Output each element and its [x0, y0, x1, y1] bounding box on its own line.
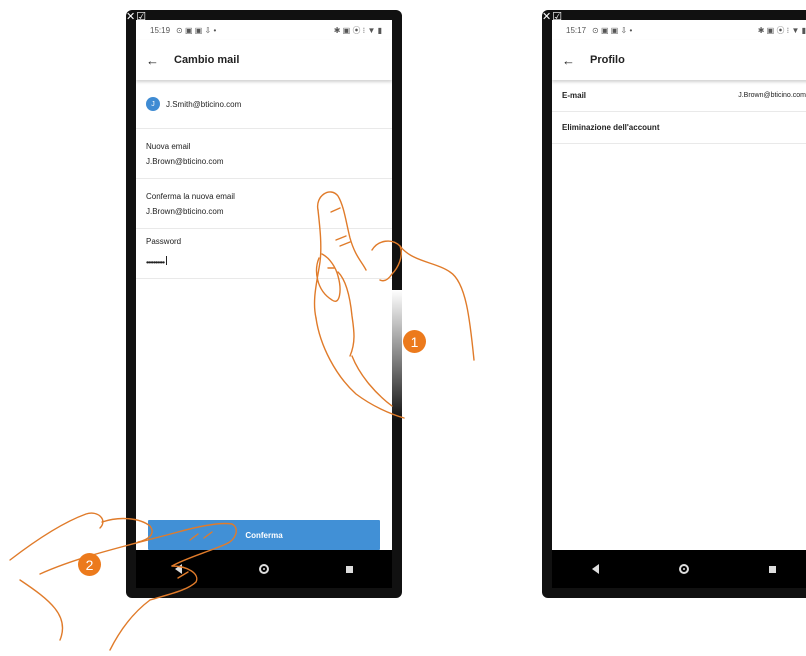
avatar: J — [146, 97, 160, 111]
phone-right: ✕☑ 15:17 ⊙ ▣ ▣ ⇩ • ✱ ▣ ⦿ ⁝ ▼ ▮ ← Profilo… — [542, 10, 806, 598]
arrow-left-icon[interactable]: ← — [562, 53, 590, 68]
password-label: Password — [146, 237, 182, 246]
step-badge-2: 2 — [78, 553, 101, 576]
system-icons: ✱ ▣ ⦿ ⁝ ▼ ▮ — [757, 25, 806, 35]
back-triangle-icon[interactable] — [592, 564, 599, 574]
phone-right-screen: 15:17 ⊙ ▣ ▣ ⇩ • ✱ ▣ ⦿ ⁝ ▼ ▮ ← Profilo E-… — [552, 20, 806, 588]
password-value[interactable]: •••••••••• — [146, 258, 165, 267]
android-nav-bar — [136, 550, 392, 588]
app-bar: ← Cambio mail — [136, 40, 392, 80]
home-circle-icon[interactable] — [679, 564, 689, 574]
hand-2-palm — [19, 579, 64, 641]
recent-square-icon[interactable] — [769, 565, 776, 573]
text-cursor — [166, 256, 168, 266]
status-bar: 15:19 ⊙ ▣ ▣ ⇩ • ✱ ▣ ⦿ ⁝ ▼ ▮ — [136, 20, 392, 40]
app-bar: ← Profilo — [552, 40, 806, 80]
home-circle-icon[interactable] — [258, 564, 269, 574]
phone-left: ✕☑ 15:19 ⊙ ▣ ▣ ⇩ • ✱ ▣ ⦿ ⁝ ▼ ▮ ← Cambio … — [126, 10, 402, 598]
back-triangle-icon[interactable] — [174, 564, 182, 574]
delete-account-row[interactable]: Eliminazione dell'account — [552, 112, 806, 144]
current-email: J.Smith@bticino.com — [166, 99, 242, 109]
new-email-field[interactable]: Nuova email J.Brown@bticino.com — [136, 129, 392, 179]
current-user-row: J J.Smith@bticino.com — [136, 80, 392, 129]
page-title: Profilo — [590, 54, 625, 66]
status-time: 15:19 — [150, 25, 171, 35]
status-time: 15:17 — [566, 25, 587, 35]
confirm-button[interactable]: Conferma — [148, 520, 380, 550]
new-email-label: Nuova email — [146, 141, 191, 151]
hand-2-wrist — [109, 599, 151, 651]
notification-icons: ⊙ ▣ ▣ ⇩ • — [592, 25, 633, 35]
arrow-left-icon[interactable]: ← — [146, 53, 174, 68]
new-email-value[interactable]: J.Brown@bticino.com — [146, 157, 382, 166]
recent-square-icon[interactable] — [346, 565, 354, 573]
notification-icons: ⊙ ▣ ▣ ⇩ • — [176, 25, 217, 35]
email-row[interactable]: E-mail J.Brown@bticino.com — [552, 80, 806, 112]
password-field[interactable]: Password •••••••••• — [136, 229, 392, 279]
android-nav-bar — [552, 550, 806, 588]
confirm-email-field[interactable]: Conferma la nuova email J.Brown@bticino.… — [136, 179, 392, 229]
scroll-shadow — [392, 290, 402, 420]
confirm-email-label: Conferma la nuova email — [146, 191, 235, 201]
confirm-email-value[interactable]: J.Brown@bticino.com — [146, 207, 382, 216]
step-badge-1: 1 — [403, 330, 426, 353]
status-bar: 15:17 ⊙ ▣ ▣ ⇩ • ✱ ▣ ⦿ ⁝ ▼ ▮ — [552, 20, 806, 40]
system-icons: ✱ ▣ ⦿ ⁝ ▼ ▮ — [333, 25, 382, 35]
phone-left-screen: 15:19 ⊙ ▣ ▣ ⇩ • ✱ ▣ ⦿ ⁝ ▼ ▮ ← Cambio mai… — [136, 20, 392, 588]
email-row-label: E-mail — [562, 91, 587, 100]
page-title: Cambio mail — [174, 54, 240, 66]
email-row-value: J.Brown@bticino.com — [738, 92, 806, 99]
delete-account-label: Eliminazione dell'account — [562, 123, 660, 132]
